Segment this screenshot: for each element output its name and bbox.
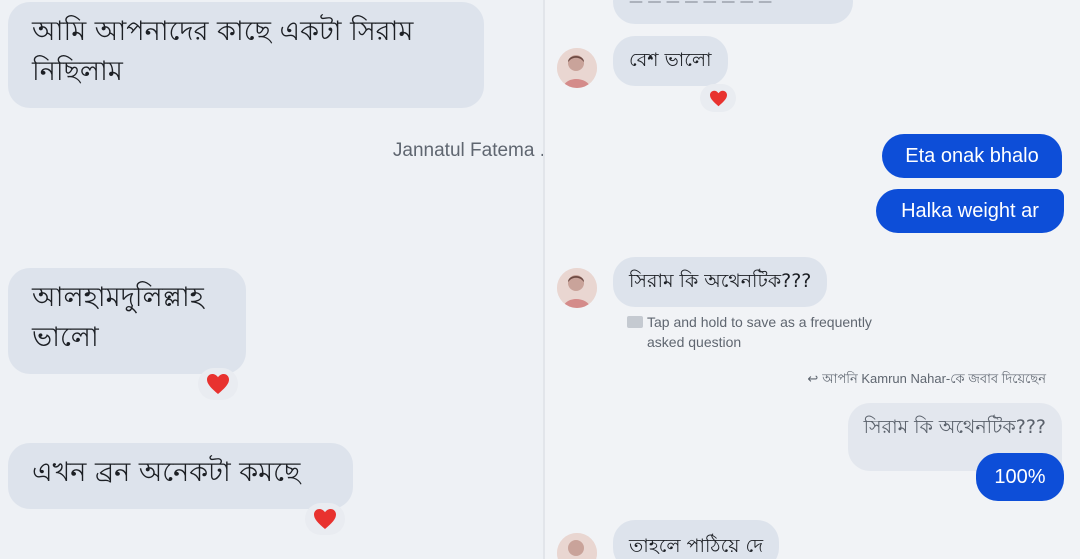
avatar[interactable]: [557, 268, 597, 308]
avatar-image: [557, 533, 597, 559]
left-chat-panel: আমি আপনাদের কাছে একটা সিরাম নিছিলাম Jann…: [0, 0, 545, 559]
message-text: Eta onak bhalo: [905, 145, 1039, 167]
reply-notice-text: আপনি Kamrun Nahar-কে জবাব দিয়েছেন: [822, 371, 1046, 386]
heart-icon: [709, 90, 727, 106]
avatar-image: [557, 268, 597, 308]
faq-hint-text: Tap and hold to save as a frequently: [647, 314, 872, 330]
message-bubble[interactable]: বেশ ভালো: [613, 36, 728, 86]
sender-name: Jannatul Fatema .: [392, 140, 545, 161]
reply-notice: ↩ আপনি Kamrun Nahar-কে জবাব দিয়েছেন: [807, 370, 1046, 391]
message-bubble-partial[interactable]: — — — — — — — —: [613, 0, 853, 24]
message-text: আমি আপনাদের কাছে একটা সিরাম নিছিলাম: [32, 16, 414, 87]
outgoing-message[interactable]: Eta onak bhalo: [882, 134, 1062, 178]
avatar[interactable]: [557, 533, 597, 559]
reaction-heart[interactable]: [198, 368, 238, 400]
message-text: 100%: [994, 466, 1046, 488]
message-bubble[interactable]: আমি আপনাদের কাছে একটা সিরাম নিছিলাম: [8, 2, 484, 108]
avatar-image: [557, 48, 597, 88]
right-chat-panel: — — — — — — — — বেশ ভালো Eta onak bhalo …: [545, 0, 1080, 559]
reply-arrow-icon: ↩: [807, 371, 819, 386]
message-text: Halka weight ar: [901, 200, 1039, 222]
avatar[interactable]: [557, 48, 597, 88]
outgoing-message[interactable]: 100%: [976, 453, 1064, 501]
message-bubble[interactable]: এখন ব্রন অনেকটা কমছে: [8, 443, 353, 509]
message-text: তাহলে পাঠিয়ে দে: [629, 535, 764, 557]
message-text: — — — — — — — —: [629, 0, 773, 10]
message-text: এখন ব্রন অনেকটা কমছে: [32, 457, 301, 488]
quoted-text: সিরাম কি অথেনটিক???: [863, 416, 1046, 438]
faq-hint-text: asked question: [647, 334, 742, 350]
message-text: বেশ ভালো: [629, 49, 712, 71]
message-text: সিরাম কি অথেনটিক???: [629, 270, 812, 292]
reaction-heart[interactable]: [305, 503, 345, 535]
outgoing-message[interactable]: Halka weight ar: [876, 189, 1064, 233]
faq-hint[interactable]: Tap and hold to save as a frequently ask…: [627, 312, 872, 352]
message-bubble-partial[interactable]: তাহলে পাঠিয়ে দে: [613, 520, 780, 559]
message-bubble[interactable]: আলহামদুলিল্লাহ ভালো: [8, 268, 246, 374]
heart-icon: [207, 374, 229, 394]
message-text: আলহামদুলিল্লাহ ভালো: [32, 282, 204, 353]
reaction-heart[interactable]: [700, 84, 736, 112]
heart-icon: [314, 509, 336, 529]
message-bubble[interactable]: সিরাম কি অথেনটিক???: [613, 257, 828, 307]
faq-bookmark-icon: [627, 316, 643, 328]
